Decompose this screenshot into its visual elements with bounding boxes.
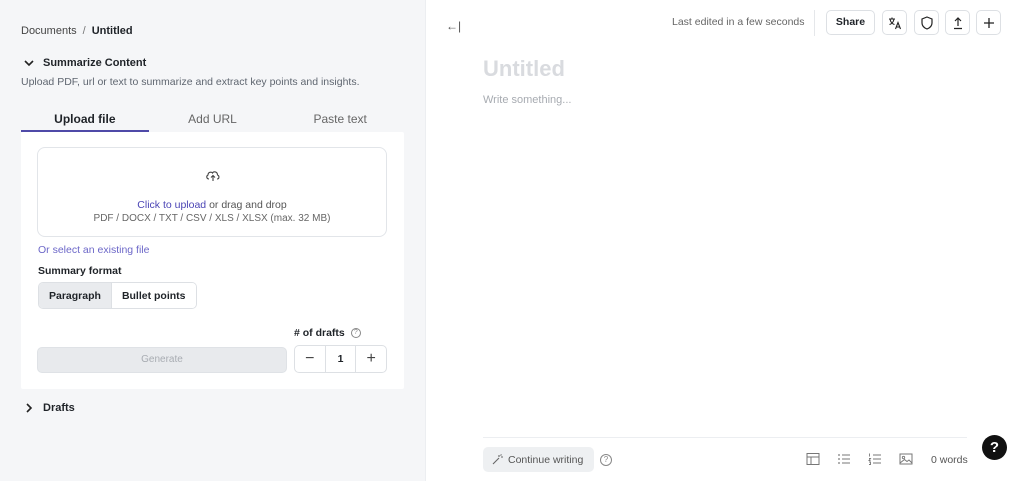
help-button[interactable]: ? [982, 435, 1007, 460]
export-button[interactable] [945, 10, 970, 35]
generate-button[interactable]: Generate [37, 347, 287, 373]
numbered-list-icon[interactable] [868, 452, 882, 466]
drafts-heading: Drafts [43, 402, 75, 414]
collapse-sidebar-icon[interactable]: ←| [446, 19, 461, 33]
select-existing-file-link[interactable]: Or select an existing file [38, 244, 149, 256]
breadcrumb-separator: / [82, 25, 86, 37]
upload-icon [953, 16, 962, 29]
format-paragraph-button[interactable]: Paragraph [39, 283, 111, 308]
document-body-input[interactable]: Write something... [483, 94, 571, 106]
magic-wand-icon [492, 454, 503, 465]
drafts-count-label: # of drafts ? [294, 327, 361, 339]
chevron-down-icon [24, 60, 34, 67]
drag-drop-text: or drag and drop [206, 199, 287, 211]
continue-help-button[interactable]: ? [600, 454, 612, 466]
bullet-list-icon[interactable] [837, 452, 851, 466]
image-icon[interactable] [899, 452, 913, 466]
drafts-value[interactable]: 1 [324, 346, 357, 372]
upload-formats: PDF / DOCX / TXT / CSV / XLS / XLSX (max… [93, 213, 331, 224]
continue-writing-button[interactable]: Continue writing [483, 447, 594, 472]
breadcrumb-documents[interactable]: Documents [21, 25, 77, 37]
upload-panel: Click to upload or drag and drop PDF / D… [21, 132, 404, 389]
word-count: 0 words [931, 454, 968, 466]
increment-button[interactable]: + [356, 346, 386, 372]
table-icon[interactable] [806, 452, 820, 466]
summary-format-label: Summary format [38, 265, 122, 277]
tab-upload-file[interactable]: Upload file [21, 110, 149, 132]
decrement-button[interactable]: − [295, 346, 325, 372]
toolbar-divider [814, 10, 815, 36]
continue-writing-label: Continue writing [508, 453, 584, 466]
breadcrumb-current: Untitled [91, 25, 133, 37]
summarize-heading: Summarize Content [43, 57, 147, 69]
translate-icon [888, 17, 901, 29]
question-circle-icon: ? [600, 454, 612, 466]
footer-divider [483, 437, 967, 438]
click-to-upload-link[interactable]: Click to upload [137, 199, 206, 211]
last-edited-status: Last edited in a few seconds [672, 16, 805, 28]
summarize-section-toggle[interactable]: Summarize Content [23, 57, 146, 69]
chevron-right-icon [26, 403, 33, 413]
source-tabs: Upload file Add URL Paste text [21, 110, 404, 132]
drafts-stepper: − 1 + [294, 345, 387, 373]
summarize-description: Upload PDF, url or text to summarize and… [21, 76, 360, 88]
add-button[interactable] [976, 10, 1001, 35]
question-icon[interactable]: ? [350, 328, 361, 338]
shield-icon [920, 15, 933, 30]
breadcrumb: Documents / Untitled [21, 25, 133, 37]
document-title-input[interactable]: Untitled [483, 56, 565, 82]
cloud-upload-icon [206, 171, 220, 181]
file-dropzone[interactable]: Click to upload or drag and drop PDF / D… [37, 147, 387, 237]
translate-button[interactable] [882, 10, 907, 35]
editor-panel: ←| Last edited in a few seconds Share Un… [427, 0, 1024, 481]
plus-icon [983, 17, 994, 28]
upload-instructions: Click to upload or drag and drop [38, 199, 386, 211]
tab-add-url[interactable]: Add URL [149, 110, 277, 132]
summary-format-toggle: Paragraph Bullet points [38, 282, 197, 309]
left-panel: Documents / Untitled Summarize Content U… [0, 0, 426, 481]
drafts-section-toggle[interactable]: Drafts [23, 402, 75, 414]
format-bullet-points-button[interactable]: Bullet points [110, 283, 196, 308]
drafts-count-text: # of drafts [294, 327, 345, 339]
tab-paste-text[interactable]: Paste text [276, 110, 404, 132]
shield-button[interactable] [914, 10, 939, 35]
share-button[interactable]: Share [826, 10, 875, 35]
